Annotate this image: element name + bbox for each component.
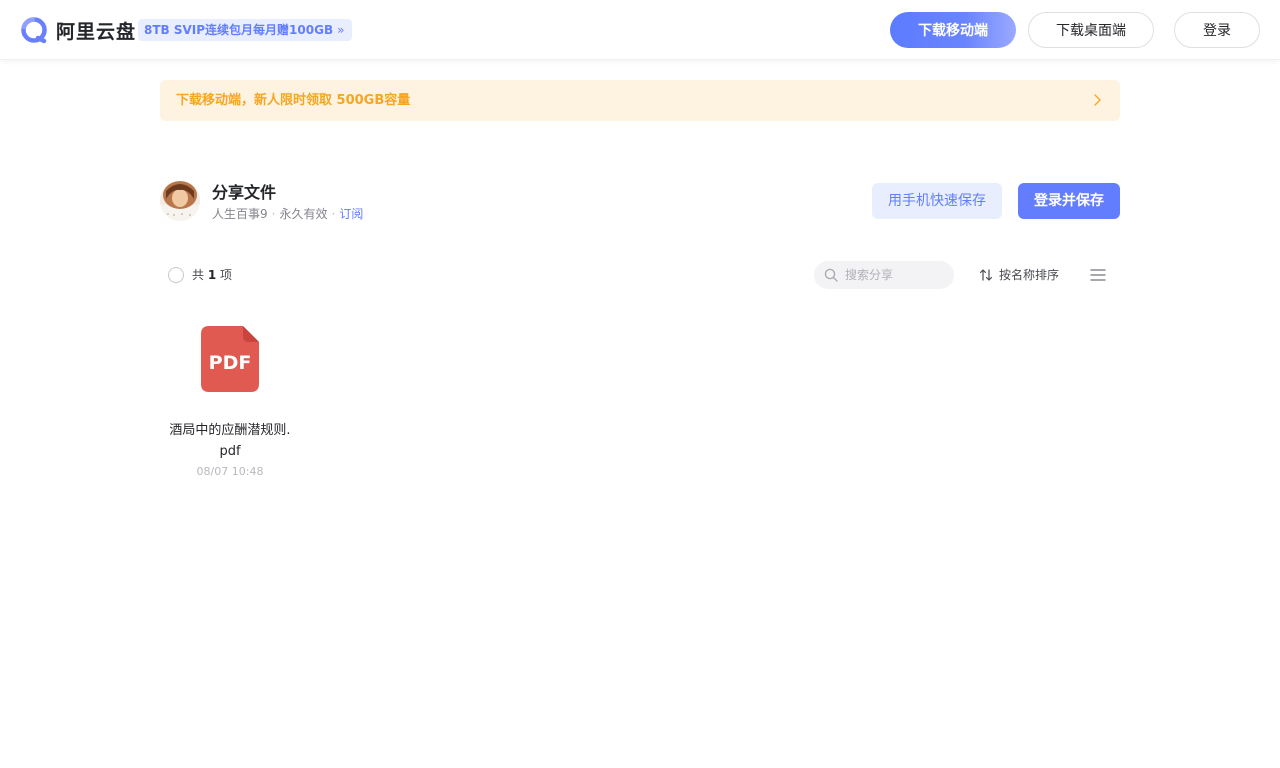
- share-title: 分享文件: [212, 183, 277, 202]
- share-meta: 人生百事9 · 永久有效 · 订阅: [212, 205, 363, 222]
- login-and-save-button[interactable]: 登录并保存: [1018, 183, 1120, 219]
- download-desktop-button[interactable]: 下载桌面端: [1028, 12, 1154, 48]
- count-suffix: 项: [220, 268, 233, 282]
- subscribe-link[interactable]: 订阅: [339, 207, 363, 221]
- top-header: 阿里云盘 8TB SVIP连续包月每月赠100GB» 下载移动端 下载桌面端 登…: [0, 0, 1280, 60]
- count-prefix: 共: [192, 268, 205, 282]
- share-validity: 永久有效: [279, 207, 328, 221]
- meta-separator: ·: [331, 207, 336, 221]
- search-input[interactable]: [845, 261, 949, 289]
- list-view-icon[interactable]: [1090, 268, 1106, 282]
- double-chevron-right-icon: »: [337, 23, 345, 37]
- brand-name[interactable]: 阿里云盘: [56, 17, 136, 44]
- pdf-type-label: PDF: [209, 352, 252, 374]
- share-owner[interactable]: 人生百事9: [212, 207, 268, 221]
- banner-text: 下载移动端，新人限时领取 500GB容量: [176, 93, 411, 108]
- file-name: 酒局中的应酬潜规则.pdf: [169, 423, 291, 459]
- promo-text: 8TB SVIP连续包月每月赠100GB: [144, 23, 334, 37]
- pdf-file-icon: PDF: [201, 326, 259, 392]
- meta-separator: ·: [271, 207, 276, 221]
- svip-promo-badge[interactable]: 8TB SVIP连续包月每月赠100GB»: [138, 19, 353, 41]
- download-promo-banner[interactable]: 下载移动端，新人限时领取 500GB容量: [160, 80, 1120, 121]
- select-all-checkbox[interactable]: [168, 267, 184, 283]
- search-box[interactable]: [814, 261, 954, 289]
- count-value: 1: [207, 268, 217, 282]
- avatar: [160, 181, 200, 221]
- aliyun-drive-logo-icon[interactable]: [20, 16, 48, 44]
- file-timestamp: 08/07 10:48: [196, 465, 264, 478]
- sort-arrows-icon: [979, 269, 993, 281]
- login-button[interactable]: 登录: [1174, 12, 1260, 48]
- sort-by-name-button[interactable]: 按名称排序: [979, 266, 1059, 283]
- avatar-image: [160, 181, 200, 221]
- chevron-right-icon: [1094, 94, 1101, 106]
- download-mobile-button[interactable]: 下载移动端: [890, 12, 1016, 48]
- sort-label: 按名称排序: [999, 268, 1060, 282]
- item-count: 共 1 项: [192, 266, 232, 283]
- search-icon: [824, 268, 838, 282]
- file-card[interactable]: PDF 酒局中的应酬潜规则.pdf 08/07 10:48: [166, 316, 294, 488]
- quick-save-phone-button[interactable]: 用手机快速保存: [872, 183, 1002, 219]
